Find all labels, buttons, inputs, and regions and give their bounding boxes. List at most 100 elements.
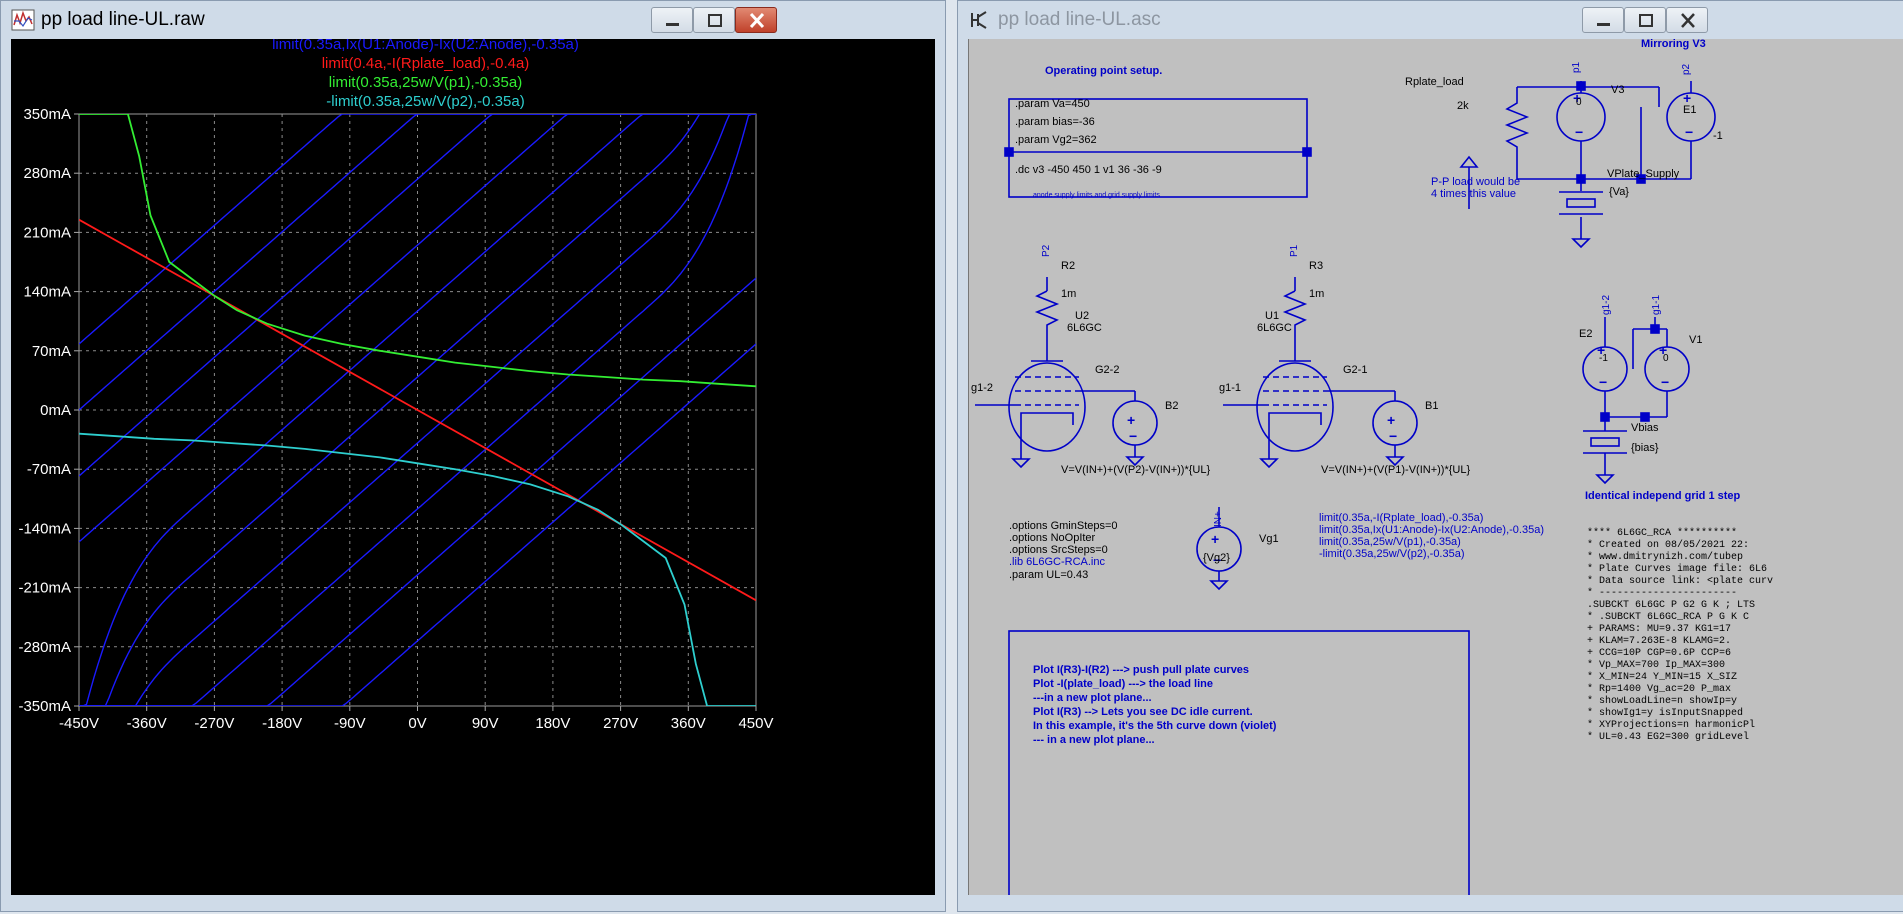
waveform-plot[interactable]: -450V -360V -270V -180V -90V 0V 90V 180V 270V 360… [11, 39, 935, 895]
vbias-label: Vbias [1631, 422, 1659, 434]
battery-plate [1590, 437, 1620, 447]
sch-close-button[interactable] [1666, 7, 1708, 33]
node-p2: p2 [1681, 63, 1692, 75]
b2-expression: V=V(IN+)+(V(P2)-V(IN+))*{UL} [1061, 464, 1210, 476]
plus-sign: + [1387, 412, 1395, 428]
trace-text: limit(0.35a,25w/V(p1),-0.35a) [1319, 536, 1461, 548]
u2-model: 6L6GC [1067, 322, 1102, 334]
restore-icon [708, 14, 722, 27]
minus-sign: − [1599, 374, 1607, 390]
trace-label: limit(0.35a,25w/V(p1),-0.35a) [329, 74, 522, 91]
r2-resistor-symbol [1034, 290, 1060, 337]
y-tick-label: 350mA [23, 106, 71, 123]
node-g11: g1-1 [1651, 295, 1662, 315]
pp-note-1: P-P load would be [1431, 176, 1520, 188]
mirroring-label: Mirroring V3 [1641, 39, 1706, 50]
plot-note: Plot -I(plate_load) ---> the load line [1033, 678, 1213, 690]
param-line: .param bias=-36 [1015, 116, 1095, 128]
r3-label: R3 [1309, 260, 1323, 272]
y-tick-label: -280mA [18, 639, 71, 656]
vg1-label: Vg1 [1259, 533, 1279, 545]
plot-note: Plot I(R3)-I(R2) ---> push pull plate cu… [1033, 664, 1249, 676]
rplate-value: 2k [1457, 100, 1469, 112]
plot-pane[interactable]: -450V -360V -270V -180V -90V 0V 90V 180V 270V 360… [11, 39, 935, 895]
plot-window-titlebar[interactable]: pp load line-UL.raw [1, 1, 945, 37]
option-line: .options SrcSteps=0 [1009, 544, 1108, 556]
vplate-label: VPlate_Supply [1607, 168, 1680, 180]
model-line: * showLoadLine=n showIp=y [1587, 695, 1737, 707]
x-tick-label: -90V [334, 715, 366, 732]
schematic-window[interactable]: pp load line-UL.asc + − + − + − + − + − … [957, 0, 1903, 912]
maximize-button[interactable] [693, 7, 735, 33]
plot-note: --- in a new plot plane... [1033, 734, 1155, 746]
x-tick-label: 270V [603, 715, 638, 732]
ground-symbol [1595, 474, 1615, 485]
model-line: + CCG=10P CGP=0.6P CCP=6 [1587, 648, 1731, 659]
model-line: * Rp=1400 Vg_ac=20 P_max [1587, 683, 1731, 695]
r2-label: R2 [1061, 260, 1075, 272]
param-line: .param Vg2=362 [1015, 134, 1097, 146]
plus-sign: + [1127, 412, 1135, 428]
schematic-canvas[interactable]: + − + − + − + − + − + − + − Operating po… [969, 39, 1903, 895]
x-tick-label: -360V [127, 715, 167, 732]
x-tick-label: -270V [194, 715, 234, 732]
x-tick-label: 450V [738, 715, 773, 732]
close-button[interactable] [735, 7, 777, 33]
close-icon [749, 12, 765, 29]
sch-minimize-button[interactable] [1582, 7, 1624, 33]
op-setup-title: Operating point setup. [1045, 65, 1162, 77]
op-setup-box [1008, 98, 1308, 198]
r2-value: 1m [1061, 288, 1076, 300]
junction-marker [1650, 324, 1660, 334]
u1-label: U1 [1265, 310, 1279, 322]
v1-label: V1 [1689, 334, 1702, 346]
u2-label: U2 [1075, 310, 1089, 322]
option-line: .options NoOpIter [1009, 532, 1096, 544]
x-tick-label: 0V [408, 715, 426, 732]
option-line: .options GminSteps=0 [1009, 520, 1118, 532]
model-line: * Vp_MAX=700 Ip_MAX=300 [1587, 659, 1725, 671]
load-arrow-head [1459, 155, 1479, 168]
tube-cathode [1268, 412, 1322, 425]
v1-value: 0 [1663, 353, 1669, 364]
model-line: * showIg1=y isInputSnapped [1587, 707, 1743, 719]
model-line: + PARAMS: MU=9.37 KG1=17 [1587, 624, 1731, 635]
identical-note: Identical independ grid 1 step [1585, 490, 1741, 502]
e2-label: E2 [1579, 328, 1592, 340]
ground-symbol [1259, 458, 1279, 469]
model-line: .SUBCKT 6L6GC P G2 G K ; LTS [1587, 600, 1755, 611]
schematic-window-titlebar[interactable]: pp load line-UL.asc [958, 1, 1903, 37]
model-line: * UL=0.43 EG2=300 gridLevel [1587, 731, 1749, 743]
b1-label: B1 [1425, 400, 1438, 412]
battery-plate [1566, 198, 1596, 208]
model-line: + KLAM=7.263E-8 KLAMG=2. [1587, 636, 1731, 647]
plot-window-title: pp load line-UL.raw [41, 9, 205, 30]
y-tick-label: -140mA [18, 520, 71, 537]
x-tick-label: 180V [535, 715, 570, 732]
b2-label: B2 [1165, 400, 1178, 412]
schematic-pane[interactable]: + − + − + − + − + − + − + − Operating po… [968, 39, 1903, 895]
plus-sign: + [1211, 531, 1219, 547]
minimize-button[interactable] [651, 7, 693, 33]
plot-window[interactable]: pp load line-UL.raw -450V -360V -270V -180V… [0, 0, 946, 912]
g21-label: G2-1 [1343, 364, 1367, 376]
y-tick-label: -350mA [18, 698, 71, 715]
y-tick-label: -210mA [18, 580, 71, 597]
node-P2: P2 [1041, 244, 1052, 257]
minimize-icon [1597, 23, 1610, 26]
sch-maximize-button[interactable] [1624, 7, 1666, 33]
junction-marker [1576, 81, 1586, 91]
trace-text: -limit(0.35a,25w/V(p2),-0.35a) [1319, 548, 1465, 560]
close-icon [1681, 13, 1695, 28]
param-line: .param Va=450 [1015, 98, 1090, 110]
minimize-icon [666, 23, 679, 26]
model-line: * Plate Curves image file: 6L6 [1587, 563, 1767, 575]
schematic-window-title: pp load line-UL.asc [998, 9, 1161, 30]
model-line: * XYProjections=n harmonicPl [1587, 719, 1755, 731]
waveform-app-icon [11, 9, 35, 31]
trace-text: limit(0.35a,-I(Rplate_load),-0.35a) [1319, 512, 1483, 524]
node-p1: p1 [1571, 61, 1582, 73]
minus-sign: − [1389, 428, 1397, 444]
tube-cathode [1020, 412, 1074, 425]
minus-sign: − [1129, 428, 1137, 444]
